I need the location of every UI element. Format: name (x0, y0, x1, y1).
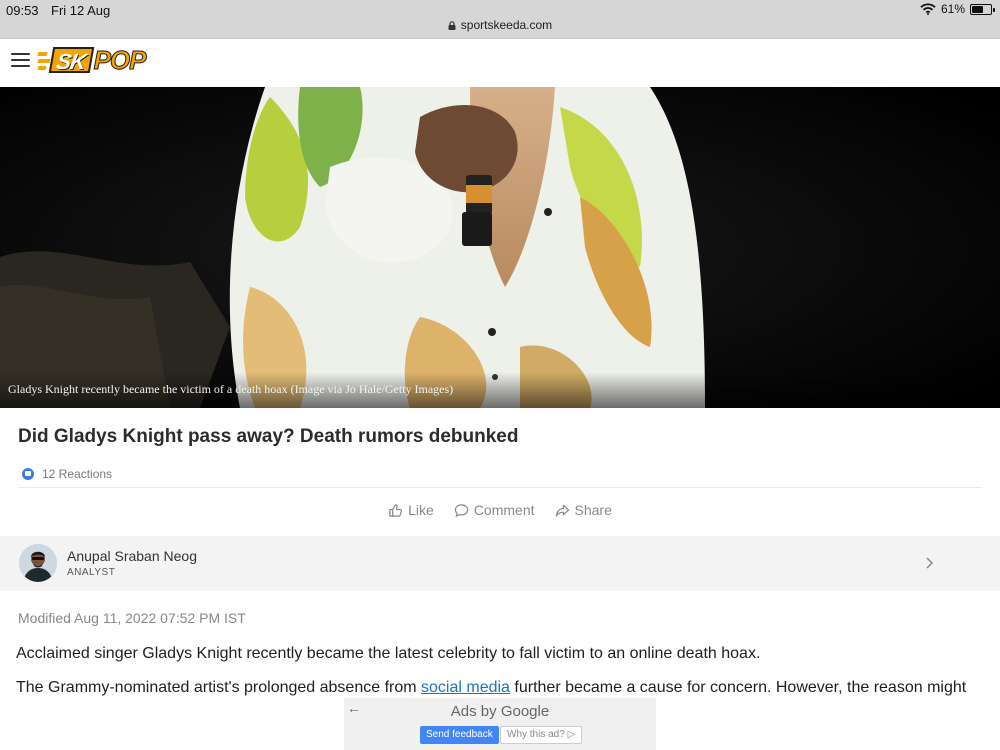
paragraph-2-text-before: The Grammy-nominated artist's prolonged … (16, 679, 422, 696)
share-label: Share (574, 502, 612, 518)
divider (18, 487, 982, 488)
sportskeeda-pop-logo[interactable]: SK POP (37, 44, 147, 75)
hamburger-menu-icon[interactable] (11, 53, 30, 69)
logo-stripes (37, 49, 51, 71)
modified-date: Modified Aug 11, 2022 07:52 PM IST (18, 610, 246, 626)
article-actions: Like Comment Share (0, 502, 1000, 518)
address-bar[interactable]: sportskeeda.com (0, 18, 1000, 32)
status-bar: 09:53 Fri 12 Aug sportskeeda.com 61% (0, 0, 1000, 39)
paragraph-2-text-after: further became a cause for concern. Howe… (509, 679, 967, 696)
google-ad-overlay: ← Ads by Google Send feedback Why this a… (344, 698, 656, 750)
url-text: sportskeeda.com (460, 18, 553, 32)
like-button[interactable]: Like (388, 502, 434, 518)
hero-image: Gladys Knight recently became the victim… (0, 87, 1000, 408)
comment-button[interactable]: Comment (454, 502, 535, 518)
hero-photo-illustration (0, 87, 1000, 408)
hero-caption: Gladys Knight recently became the victim… (8, 382, 454, 396)
article-paragraph-2: The Grammy-nominated artist's prolonged … (16, 679, 991, 697)
reactions-count: 12 Reactions (42, 467, 113, 481)
lock-icon (448, 21, 456, 30)
like-label: Like (408, 502, 434, 518)
author-role: ANALYST (67, 567, 116, 578)
send-feedback-button[interactable]: Send feedback (420, 726, 499, 744)
author-photo (19, 544, 57, 582)
logo-sk: SK (48, 47, 94, 74)
logo-pop: POP (93, 44, 147, 75)
hero-caption-overlay: Gladys Knight recently became the victim… (0, 372, 1000, 408)
article-title: Did Gladys Knight pass away? Death rumor… (18, 426, 519, 447)
chevron-right-icon[interactable] (924, 556, 934, 570)
like-reaction-icon (22, 468, 34, 480)
battery-icon (970, 3, 995, 15)
share-button[interactable]: Share (555, 502, 612, 518)
social-media-link[interactable]: social media (421, 679, 510, 696)
author-card[interactable]: Anupal Sraban Neog ANALYST (0, 536, 1000, 591)
reactions-summary[interactable]: 12 Reactions (22, 467, 112, 481)
battery-percent: 61% (940, 2, 965, 16)
share-arrow-icon (555, 504, 569, 517)
why-this-ad-button[interactable]: Why this ad? ▷ (500, 726, 583, 744)
author-name[interactable]: Anupal Sraban Neog (67, 548, 197, 564)
ads-by-google-label: Ads by Google (450, 703, 550, 720)
article-paragraph-1: Acclaimed singer Gladys Knight recently … (16, 645, 761, 662)
site-header: SK POP (0, 39, 1000, 87)
thumbs-up-icon (389, 503, 403, 517)
status-date: Fri 12 Aug (51, 3, 111, 18)
author-avatar[interactable] (19, 544, 57, 582)
wifi-icon (920, 3, 936, 15)
comment-label: Comment (473, 502, 535, 518)
status-time: 09:53 (6, 3, 39, 18)
battery-fill (972, 5, 983, 13)
comment-bubble-icon (454, 503, 469, 517)
